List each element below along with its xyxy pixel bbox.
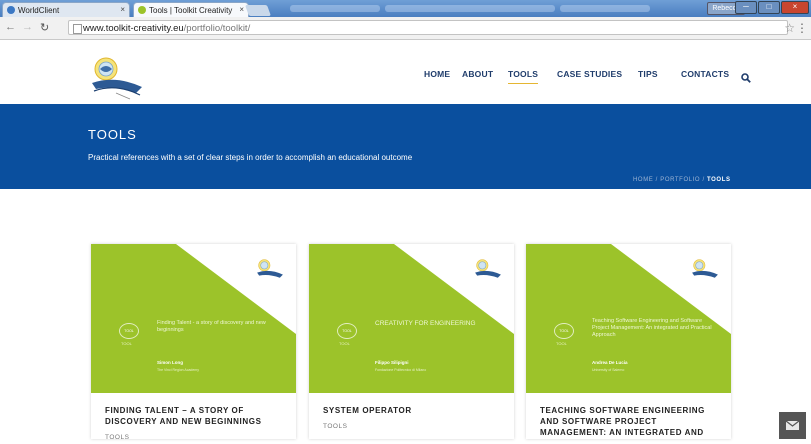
browser-tab-worldclient[interactable]: WorldClient ×: [2, 2, 130, 17]
card-image[interactable]: TOOL TOOL Teaching Software Engineering …: [526, 244, 731, 393]
card-title[interactable]: FINDING TALENT – A STORY OF DISCOVERY AN…: [105, 405, 285, 427]
nav-contacts[interactable]: CONTACTS: [681, 69, 729, 79]
tab-title: Tools | Toolkit Creativity: [149, 5, 233, 15]
main-nav: HOME ABOUT TOOLS CASE STUDIES TIPS CONTA…: [0, 69, 811, 89]
window-title-blur: [290, 5, 380, 12]
card-title[interactable]: TEACHING SOFTWARE ENGINEERING AND SOFTWA…: [540, 405, 720, 438]
browser-tab-bar: WorldClient × Tools | Toolkit Creativity…: [0, 0, 811, 17]
tool-badge-icon: TOOL: [119, 323, 139, 339]
nav-tips[interactable]: TIPS: [638, 69, 658, 79]
mail-button[interactable]: [779, 412, 806, 439]
toolkit-logo-icon: [475, 259, 501, 278]
url-path: /portfolio/toolkit/: [183, 23, 251, 34]
url-input[interactable]: www.toolkit-creativity.eu/portfolio/tool…: [68, 20, 788, 35]
window-close-button[interactable]: ×: [781, 1, 809, 14]
window-title-blur: [385, 5, 555, 12]
nav-home[interactable]: HOME: [424, 69, 450, 79]
card-image-org: University of Salerno: [592, 368, 625, 372]
breadcrumb-separator: /: [700, 177, 707, 183]
card-image-org: The Vinci Region Academy: [157, 368, 199, 372]
page-subtitle: Practical references with a set of clear…: [88, 153, 413, 162]
badge-label: TOOL: [121, 341, 132, 346]
card-image-org: Fondazione Politecnico di Milano: [375, 368, 427, 372]
forward-arrow-icon[interactable]: →: [22, 21, 33, 33]
browser-tab-tools[interactable]: Tools | Toolkit Creativity ×: [133, 2, 249, 17]
toolkit-logo-icon: [692, 259, 718, 278]
back-arrow-icon[interactable]: ←: [5, 21, 16, 33]
card-category[interactable]: TOOLS: [105, 434, 129, 441]
portfolio-card[interactable]: TOOL TOOL Finding Talent - a story of di…: [91, 244, 296, 441]
card-image-title: Finding Talent - a story of discovery an…: [157, 320, 266, 333]
tool-badge-icon: TOOL: [554, 323, 574, 339]
mail-icon: [785, 420, 800, 430]
page-banner: TOOLS Practical references with a set of…: [0, 104, 811, 189]
address-bar: ← → ↻ www.toolkit-creativity.eu/portfoli…: [0, 17, 811, 40]
new-tab-button[interactable]: [244, 5, 272, 16]
breadcrumb-home[interactable]: HOME: [633, 177, 653, 183]
tool-badge-icon: TOOL: [337, 323, 357, 339]
minimize-button[interactable]: ─: [735, 1, 757, 14]
card-title[interactable]: SYSTEM OPERATOR: [323, 405, 503, 416]
tab-close-icon[interactable]: ×: [120, 5, 125, 14]
card-image-title: Teaching Software Engineering and Softwa…: [592, 318, 712, 338]
nav-tools[interactable]: TOOLS: [508, 69, 539, 84]
breadcrumb-current: TOOLS: [707, 177, 731, 183]
portfolio-card[interactable]: TOOL TOOL Teaching Software Engineering …: [526, 244, 731, 439]
nav-about[interactable]: ABOUT: [462, 69, 493, 79]
card-image[interactable]: TOOL TOOL Finding Talent - a story of di…: [91, 244, 296, 393]
page-icon: [73, 24, 82, 34]
page-title: TOOLS: [88, 127, 137, 142]
star-icon[interactable]: ☆: [784, 21, 795, 35]
toolkit-logo-icon: [257, 259, 283, 278]
portfolio-card[interactable]: TOOL TOOL CREATIVITY FOR ENGINEERING Fil…: [309, 244, 514, 439]
tab-close-icon[interactable]: ×: [239, 5, 244, 14]
menu-icon[interactable]: ⋮: [796, 21, 808, 35]
breadcrumb: HOME / PORTFOLIO / TOOLS: [633, 177, 731, 183]
window-title-blur: [560, 5, 650, 12]
toolkit-favicon-icon: [138, 6, 146, 14]
card-image-title: CREATIVITY FOR ENGINEERING: [375, 320, 476, 327]
card-category[interactable]: TOOLS: [323, 423, 347, 430]
card-image[interactable]: TOOL TOOL CREATIVITY FOR ENGINEERING Fil…: [309, 244, 514, 393]
badge-label: TOOL: [339, 341, 350, 346]
reload-icon[interactable]: ↻: [40, 21, 49, 34]
url-host: www.toolkit-creativity.eu: [83, 23, 184, 34]
search-icon[interactable]: [741, 73, 751, 83]
card-image-author: Filippo Silipigni: [375, 360, 409, 365]
maximize-button[interactable]: □: [758, 1, 780, 14]
site-header: HOME ABOUT TOOLS CASE STUDIES TIPS CONTA…: [0, 40, 811, 104]
nav-case-studies[interactable]: CASE STUDIES: [557, 69, 622, 79]
breadcrumb-portfolio[interactable]: PORTFOLIO: [660, 177, 700, 183]
window-controls: ─ □ ×: [735, 1, 809, 14]
card-image-author: Andrea De Lucia: [592, 360, 628, 365]
card-image-author: Simon Long: [157, 360, 183, 365]
worldclient-favicon-icon: [7, 6, 15, 14]
tab-title: WorldClient: [18, 5, 60, 15]
badge-label: TOOL: [556, 341, 567, 346]
